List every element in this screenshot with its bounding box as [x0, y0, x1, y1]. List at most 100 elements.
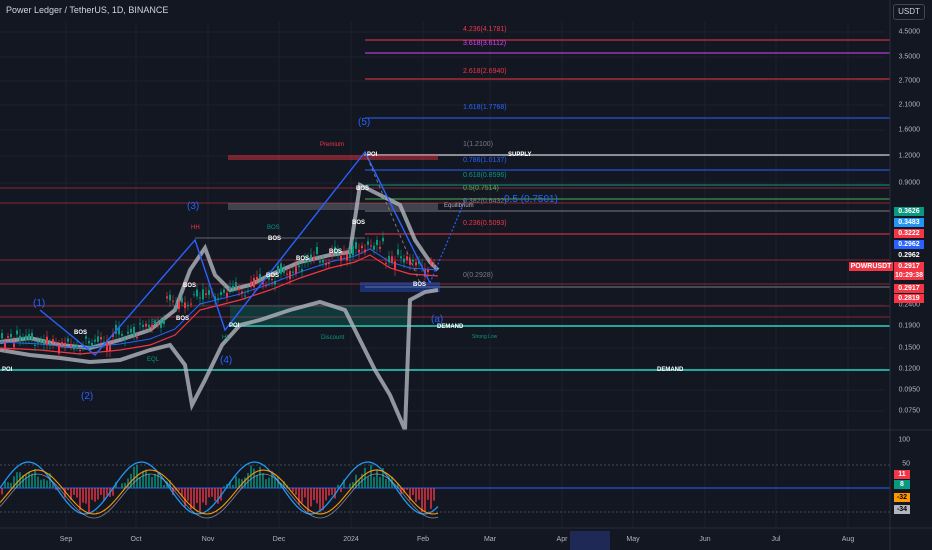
- candle-body: [397, 249, 399, 255]
- candle-body: [358, 249, 360, 253]
- candle-body: [376, 239, 378, 246]
- osc-badge: 8: [894, 480, 910, 489]
- candle-body: [310, 254, 312, 259]
- osc-bar: [313, 488, 315, 500]
- candle-body: [367, 241, 369, 245]
- candle-body: [184, 302, 186, 309]
- candle-body: [283, 268, 285, 273]
- osc-bar: [148, 474, 150, 488]
- candle-body: [136, 336, 138, 338]
- wave-label: (4): [220, 355, 233, 366]
- osc-bar: [7, 482, 9, 488]
- candle-body: [229, 286, 231, 290]
- osc-bar: [265, 479, 267, 488]
- bos-label: BOS: [296, 256, 310, 262]
- osc-bar: [340, 488, 342, 492]
- candle-body: [124, 339, 126, 341]
- candle-body: [208, 290, 210, 295]
- osc-bar: [40, 479, 42, 488]
- osc-bar: [235, 476, 237, 488]
- osc-bar: [418, 488, 420, 500]
- osc-bar: [205, 488, 207, 506]
- discount-zone: [230, 305, 410, 326]
- candle-body: [145, 323, 147, 327]
- candle-body: [433, 263, 435, 265]
- candle-body: [388, 255, 390, 263]
- fib-label: 0.236(0.5093): [463, 220, 507, 227]
- candle-body: [286, 273, 288, 275]
- candle-body: [58, 345, 60, 354]
- candle-body: [127, 331, 129, 334]
- candle-body: [61, 342, 63, 346]
- osc-bar: [223, 486, 225, 488]
- supply-label: SUPPLY: [508, 152, 532, 158]
- price-badge: 0.2962: [894, 240, 924, 249]
- fib-label: 1(1.2100): [463, 141, 493, 148]
- fib-label: 4.236(4.1781): [463, 26, 507, 33]
- candle-body: [25, 335, 27, 341]
- candle-body: [244, 295, 246, 297]
- time-label: 2024: [343, 536, 359, 543]
- candle-body: [328, 263, 330, 265]
- candle-body: [232, 285, 234, 289]
- countdown-badge: 10:29:38: [894, 271, 924, 280]
- osc-bar: [43, 479, 45, 488]
- osc-bar: [82, 488, 84, 503]
- osc-bar: [274, 479, 276, 488]
- osc-bar: [373, 476, 375, 488]
- price-badge: 0.2962: [894, 251, 924, 260]
- candle-body: [217, 298, 219, 300]
- price-badge: 0.2819: [894, 294, 924, 303]
- osc-bar: [121, 483, 123, 488]
- candle-body: [199, 297, 201, 299]
- currency-button[interactable]: USDT: [893, 4, 925, 20]
- candle-body: [226, 292, 228, 297]
- osc-bar: [367, 476, 369, 488]
- osc-bar: [376, 469, 378, 488]
- discount-label: Discount: [321, 335, 345, 341]
- osc-bar: [406, 488, 408, 490]
- bos-label: BOS: [329, 249, 343, 255]
- candle-body: [13, 343, 15, 348]
- wave-projection: [364, 151, 421, 284]
- horizontal-levels: [0, 39, 890, 513]
- candle-body: [352, 245, 354, 256]
- osc-bar: [196, 488, 198, 504]
- candle-body: [19, 335, 21, 342]
- wave-label: (2): [81, 391, 94, 402]
- osc-bar: [322, 488, 324, 511]
- candle-body: [403, 258, 405, 263]
- candle-body: [28, 333, 30, 340]
- candle-body: [322, 259, 324, 263]
- candle-body: [52, 339, 54, 343]
- candle-body: [205, 293, 207, 295]
- demand-label-lower: DEMAND: [657, 367, 684, 373]
- osc-bar: [415, 488, 417, 503]
- osc-bar: [88, 488, 90, 513]
- candle-body: [391, 256, 393, 262]
- target-label: 0.5 (0.7501): [504, 194, 558, 205]
- osc-bar: [85, 488, 87, 504]
- bos-label: BOS: [266, 273, 280, 279]
- candle-body: [148, 324, 150, 328]
- osc-bar: [250, 465, 252, 488]
- price-tick: 2.1000: [898, 101, 920, 109]
- time-label: Dec: [272, 536, 286, 543]
- osc-bar: [106, 488, 108, 496]
- osc-bar: [295, 488, 297, 495]
- fib-label: 3.618(3.6112): [463, 40, 507, 47]
- price-tick: 4.5000: [898, 28, 920, 36]
- candle-body: [415, 262, 417, 266]
- equilibrium-zone: [228, 203, 438, 210]
- candle-body: [382, 237, 384, 242]
- candle-body: [301, 269, 303, 272]
- fib-label: 1.618(1.7768): [463, 104, 507, 111]
- time-label: Feb: [416, 536, 430, 543]
- candle-body: [142, 324, 144, 327]
- time-label: Jun: [699, 536, 711, 543]
- osc-bar: [208, 488, 210, 498]
- candle-body: [193, 294, 195, 296]
- price-badge: 0.3222: [894, 229, 924, 238]
- osc-bar: [67, 488, 69, 491]
- wave-projection: [429, 199, 466, 284]
